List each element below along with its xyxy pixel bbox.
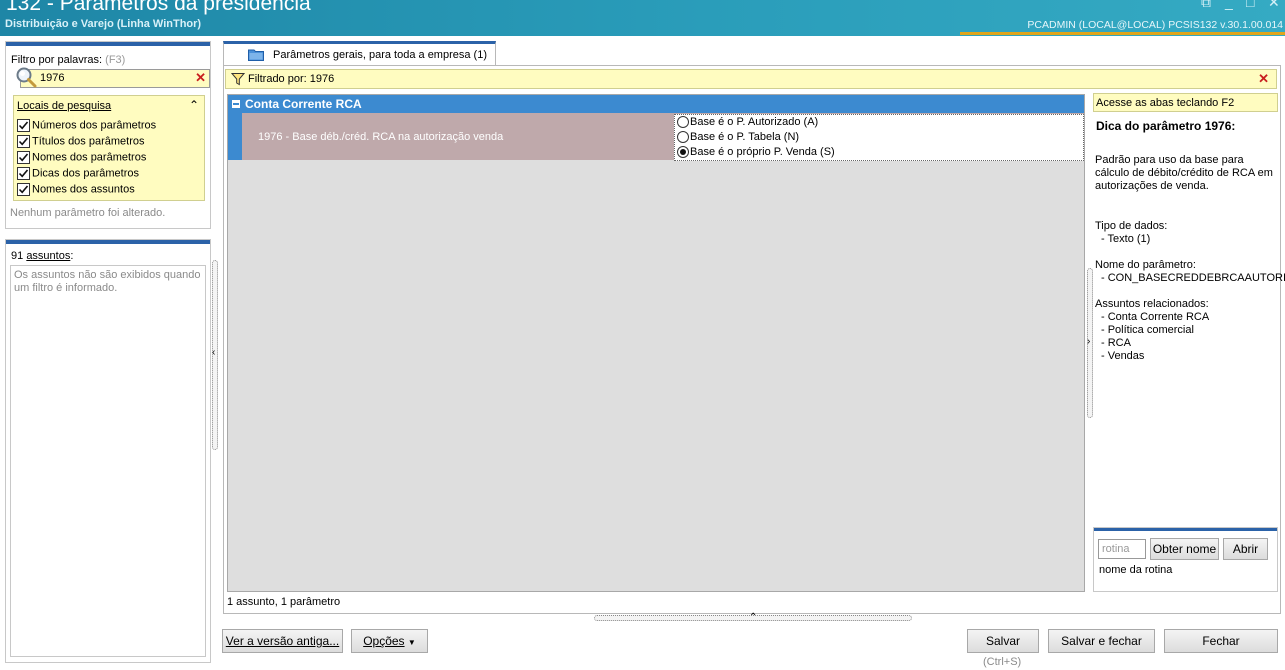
row-indent (228, 113, 242, 160)
data-type-value: - Texto (1) (1101, 233, 1151, 245)
checkbox-checked-icon[interactable] (17, 151, 30, 164)
dropdown-arrow-icon: ▼ (407, 638, 416, 647)
option-autorizado[interactable]: Base é o P. Autorizado (A) (677, 116, 818, 131)
close-window-icon[interactable]: ✕ (1268, 0, 1280, 11)
related-subjects-label: Assuntos relacionados: (1095, 298, 1209, 310)
checkbox-checked-icon[interactable] (17, 183, 30, 196)
group-title: Conta Corrente RCA (245, 97, 362, 111)
subjects-list[interactable]: Os assuntos não são exibidos quando um f… (10, 265, 206, 657)
collapse-group-icon[interactable] (232, 100, 240, 108)
checkbox-row-nomes-parametros[interactable]: Nomes dos parâmetros (17, 151, 146, 166)
get-name-button[interactable]: Obter nome (1150, 538, 1219, 560)
checkbox-row-dicas[interactable]: Dicas dos parâmetros (17, 167, 139, 182)
subjects-count-word: assuntos (26, 250, 71, 262)
checkbox-label: Nomes dos assuntos (32, 183, 135, 196)
related-subject-item: - Vendas (1101, 350, 1145, 362)
old-version-label: Ver a versão antiga... (225, 634, 340, 648)
session-info: PCADMIN (LOCAL@LOCAL) PCSIS132 v.30.1.00… (1027, 19, 1283, 31)
option-venda[interactable]: Base é o próprio P. Venda (S) (677, 146, 835, 161)
panel-top-bar (6, 240, 210, 244)
expand-up-icon[interactable]: ⌃ (749, 612, 757, 623)
funnel-icon (231, 73, 245, 86)
parameter-name-value: - CON_BASECREDDEBRCAAUTORI (1101, 272, 1285, 284)
maximize-icon[interactable]: □ (1246, 0, 1254, 10)
checkbox-checked-icon[interactable] (17, 135, 30, 148)
search-input[interactable]: 1976 ✕ (16, 67, 210, 88)
routine-lookup-box: Obter nome Abrir nome da rotina (1093, 527, 1278, 592)
checkbox-checked-icon[interactable] (17, 119, 30, 132)
search-locations-box: Locais de pesquisa ⌃ Números dos parâmet… (13, 95, 205, 201)
options-label: Opções (363, 634, 405, 648)
related-subject-item: - RCA (1101, 337, 1131, 349)
title-accent-line (960, 32, 1285, 35)
filter-panel: Filtro por palavras: (F3) 1976 ✕ Locais … (5, 41, 211, 229)
save-shortcut-hint: (Ctrl+S) (983, 656, 1022, 668)
parameters-grid: Conta Corrente RCA 1976 - Base déb./créd… (227, 94, 1085, 592)
checkbox-label: Dicas dos parâmetros (32, 167, 139, 180)
collapse-left-icon[interactable]: ‹ (212, 347, 215, 358)
search-locations-title: Locais de pesquisa (17, 100, 112, 112)
save-button[interactable]: Salvar (967, 629, 1039, 653)
tab-general-parameters[interactable]: Parâmetros gerais, para toda a empresa (… (223, 41, 496, 66)
radio-selected-icon[interactable] (677, 146, 689, 159)
routine-input[interactable] (1098, 539, 1146, 559)
tabs-hint-text: Acesse as abas teclando F2 (1096, 97, 1235, 109)
window-subtitle: Distribuição e Varejo (Linha WinThor) (5, 18, 202, 30)
parameter-tip-body: Padrão para uso da base para cálculo de … (1095, 154, 1273, 192)
routine-name-text: nome da rotina (1099, 564, 1173, 576)
save-and-close-button[interactable]: Salvar e fechar (1048, 629, 1155, 653)
tabs-hint-bar: Acesse as abas teclando F2 (1093, 93, 1278, 112)
data-type-label: Tipo de dados: (1095, 220, 1168, 232)
option-label: Base é o P. Tabela (N) (690, 131, 800, 144)
folder-icon (248, 49, 264, 61)
collapse-right-icon[interactable]: › (1087, 336, 1090, 347)
filter-shortcut: (F3) (105, 54, 126, 66)
checkbox-label: Títulos dos parâmetros (32, 135, 145, 148)
panel-top-bar (1094, 528, 1277, 531)
option-label: Base é o próprio P. Venda (S) (690, 146, 835, 159)
radio-unselected-icon[interactable] (677, 116, 689, 129)
window-title: 132 - Parâmetros da presidência (6, 0, 311, 15)
grid-summary: 1 assunto, 1 parâmetro (227, 596, 341, 608)
tab-label: Parâmetros gerais, para toda a empresa (… (273, 49, 487, 61)
subjects-panel: 91 assuntos: Os assuntos não são exibido… (5, 239, 211, 663)
old-version-button[interactable]: Ver a versão antiga... (222, 629, 343, 653)
group-header[interactable]: Conta Corrente RCA (228, 95, 1084, 113)
parameter-description: 1976 - Base déb./créd. RCA na autorizaçã… (258, 131, 504, 143)
title-bar: 132 - Parâmetros da presidência Distribu… (0, 0, 1285, 36)
active-filter-bar: Filtrado por: 1976 ✕ (225, 69, 1277, 89)
checkbox-label: Números dos parâmetros (32, 119, 157, 132)
close-button[interactable]: Fechar (1164, 629, 1278, 653)
option-label: Base é o P. Autorizado (A) (690, 116, 819, 129)
checkbox-label: Nomes dos parâmetros (32, 151, 147, 164)
subjects-count: 91 assuntos: (11, 250, 74, 262)
panel-top-bar (6, 42, 210, 46)
option-tabela[interactable]: Base é o P. Tabela (N) (677, 131, 799, 146)
related-subject-item: - Conta Corrente RCA (1101, 311, 1210, 323)
active-filter-text: Filtrado por: 1976 (248, 73, 335, 85)
collapse-up-icon[interactable]: ⌃ (189, 98, 199, 112)
search-value: 1976 (40, 72, 65, 84)
close-x-icon[interactable]: ✕ (195, 70, 206, 86)
parameter-options: Base é o P. Autorizado (A) Base é o P. T… (674, 114, 1084, 161)
checkbox-row-numeros[interactable]: Números dos parâmetros (17, 119, 156, 134)
subjects-empty-message: Os assuntos não são exibidos quando um f… (14, 269, 201, 294)
checkbox-row-titulos[interactable]: Títulos dos parâmetros (17, 135, 145, 150)
restore-icon[interactable]: ⧉ (1201, 0, 1211, 11)
parameter-tip-title: Dica do parâmetro 1976: (1096, 119, 1236, 133)
related-subject-item: - Política comercial (1101, 324, 1194, 336)
radio-unselected-icon[interactable] (677, 131, 689, 144)
clear-filter-icon[interactable]: ✕ (1258, 71, 1269, 87)
open-button[interactable]: Abrir (1223, 538, 1268, 560)
subjects-count-number: 91 (11, 250, 24, 262)
parameter-name-label: Nome do parâmetro: (1095, 259, 1196, 271)
checkbox-checked-icon[interactable] (17, 167, 30, 180)
checkbox-row-assuntos[interactable]: Nomes dos assuntos (17, 183, 135, 198)
options-button[interactable]: Opções ▼ (351, 629, 428, 653)
magnifier-icon (16, 67, 37, 88)
minimize-icon[interactable]: _ (1225, 0, 1233, 10)
change-status-text: Nenhum parâmetro foi alterado. (10, 207, 166, 219)
